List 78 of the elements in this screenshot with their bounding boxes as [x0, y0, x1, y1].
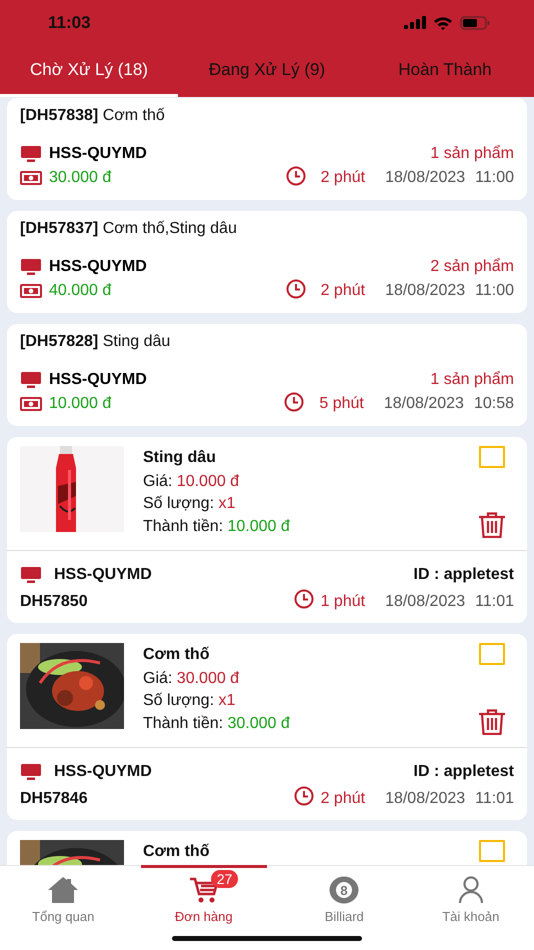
order-time: 10:58	[474, 395, 514, 413]
home-icon	[47, 876, 80, 904]
billiard-ball-icon: 8	[329, 876, 360, 904]
order-time: 11:01	[475, 592, 514, 610]
order-code: DH57850	[20, 592, 88, 610]
device-name: HSS-QUYMD	[49, 371, 147, 389]
order-time: 11:00	[475, 282, 514, 300]
order-date: 18/08/2023	[385, 790, 466, 808]
quantity-line: Số lượng: x1	[143, 494, 236, 514]
checkbox[interactable]	[479, 840, 505, 862]
order-items: Sting dâu	[102, 333, 170, 350]
clock-icon	[294, 589, 314, 609]
checkbox[interactable]	[479, 643, 505, 665]
order-total: 40.000 đ	[49, 282, 112, 300]
user-id: ID : appletest	[414, 566, 514, 584]
order-time: 11:00	[475, 169, 514, 187]
product-count: 1 sản phẩm	[430, 145, 514, 163]
signal-icon	[404, 16, 426, 29]
monitor-icon	[20, 762, 42, 780]
monitor-icon	[20, 371, 42, 389]
subtotal-line: Thành tiền: 10.000 đ	[143, 516, 291, 536]
elapsed-time: 1 phút	[320, 592, 366, 610]
order-total: 30.000 đ	[49, 169, 112, 187]
checkbox[interactable]	[479, 446, 505, 468]
elapsed-time: 2 phút	[320, 282, 366, 300]
order-code: DH57846	[20, 790, 88, 808]
wifi-icon	[433, 16, 453, 30]
order-date: 18/08/2023	[385, 169, 466, 187]
order-total: 10.000 đ	[49, 395, 112, 413]
user-id: ID : appletest	[414, 762, 514, 780]
order-date: 18/08/2023	[385, 282, 466, 300]
monitor-icon	[20, 145, 42, 163]
clock-icon	[286, 278, 306, 298]
nav-tab[interactable]: Tài khoản	[408, 865, 534, 925]
tab[interactable]: Đang Xử Lý (9)	[178, 45, 356, 97]
clock-icon	[294, 786, 314, 806]
order-items: Cơm thố,Sting dâu	[102, 220, 237, 237]
elapsed-time: 2 phút	[320, 169, 366, 187]
order-date: 18/08/2023	[385, 592, 466, 610]
order-items: Cơm thố	[102, 107, 165, 124]
tab[interactable]: Hoàn Thành	[356, 45, 534, 97]
order-count-badge: 27	[210, 870, 238, 888]
order-code: [DH57837]	[20, 220, 98, 237]
order-code: [DH57838]	[20, 107, 98, 124]
person-icon	[458, 876, 484, 904]
trash-icon[interactable]	[478, 709, 506, 735]
device-name: HSS-QUYMD	[54, 762, 152, 780]
cash-icon	[20, 284, 42, 298]
nav-tab[interactable]: 27 Đơn hàng	[140, 865, 267, 925]
price-line: Giá: 30.000 đ	[143, 668, 240, 688]
monitor-icon	[20, 566, 42, 584]
device-name: HSS-QUYMD	[54, 566, 152, 584]
status-time: 11:03	[48, 12, 91, 32]
order-date: 18/08/2023	[384, 395, 464, 413]
quantity-line: Số lượng: x1	[143, 691, 236, 711]
order-code: [DH57828]	[20, 333, 98, 350]
clock-icon	[284, 392, 304, 412]
product-count: 1 sản phẩm	[430, 371, 514, 389]
cash-icon	[20, 171, 42, 185]
product-name: Sting dâu	[143, 448, 217, 468]
battery-icon	[460, 16, 490, 30]
cart-icon	[188, 876, 219, 904]
device-name: HSS-QUYMD	[49, 258, 147, 276]
clock-icon	[286, 166, 306, 186]
elapsed-time: 2 phút	[320, 790, 366, 808]
subtotal-line: Thành tiền: 30.000 đ	[143, 714, 291, 734]
cash-icon	[20, 397, 42, 411]
product-name: Cơm thố	[143, 645, 210, 665]
elapsed-time: 5 phút	[319, 395, 364, 413]
price-line: Giá: 10.000 đ	[143, 472, 240, 492]
trash-icon[interactable]	[478, 512, 506, 538]
nav-tab[interactable]: 8 Billiard	[281, 865, 408, 925]
product-name: Cơm thố	[143, 842, 210, 862]
nav-tab[interactable]: Tổng quan	[0, 865, 126, 925]
device-name: HSS-QUYMD	[49, 145, 147, 163]
product-count: 2 sản phẩm	[430, 258, 514, 276]
order-time: 11:01	[475, 790, 514, 808]
monitor-icon	[20, 258, 42, 276]
